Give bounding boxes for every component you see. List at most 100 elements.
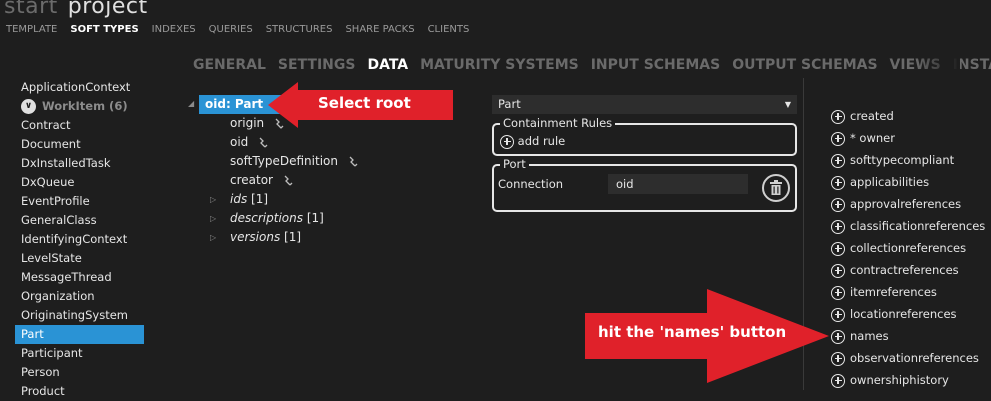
expand-icon[interactable]: ▷ — [210, 195, 216, 204]
tab-general[interactable]: GENERAL — [193, 57, 266, 73]
sidebar-item-generalclass[interactable]: GeneralClass — [15, 211, 144, 230]
plus-icon — [831, 197, 845, 212]
app-title: start project — [4, 0, 148, 19]
add-itemreferences-button[interactable]: itemreferences — [831, 283, 937, 301]
add-created-button[interactable]: created — [831, 107, 894, 125]
tree-node-oid[interactable]: oid — [230, 133, 268, 151]
names-callout-text: hit the 'names' button — [598, 323, 787, 341]
add-contractreferences-button[interactable]: contractreferences — [831, 261, 959, 279]
property-label: * owner — [850, 131, 895, 145]
plus-icon — [831, 153, 845, 168]
tree-node-label: creator — [230, 173, 273, 187]
tree-collapse-icon[interactable]: ◢ — [188, 99, 194, 108]
tree-node-label: origin — [230, 116, 265, 130]
add-collectionreferences-button[interactable]: collectionreferences — [831, 239, 966, 257]
property-label: classificationreferences — [850, 219, 986, 233]
add-approvalreferences-button[interactable]: approvalreferences — [831, 195, 961, 213]
caret-down-icon: ▼ — [784, 100, 791, 109]
tree-node-creator[interactable]: creator — [230, 171, 293, 189]
add-owner-button[interactable]: * owner — [831, 129, 895, 147]
property-label: observationreferences — [850, 351, 979, 365]
tree-node-descriptions[interactable]: descriptions [1] — [230, 209, 324, 227]
expand-icon[interactable]: ▷ — [210, 233, 216, 242]
tab-settings[interactable]: SETTINGS — [278, 57, 356, 73]
sidebar-item-contract[interactable]: Contract — [15, 116, 144, 135]
tree-node-label: oid — [230, 135, 249, 149]
sidebar-item-person[interactable]: Person — [15, 363, 144, 382]
add-names-button[interactable]: names — [831, 327, 889, 345]
plus-icon — [500, 134, 514, 149]
tree-node-softtypedefinition[interactable]: softTypeDefinition — [230, 152, 358, 170]
delete-port-button[interactable] — [762, 174, 790, 202]
select-root-callout-text: Select root — [318, 94, 411, 112]
sidebar-item-applicationcontext[interactable]: ApplicationContext — [15, 78, 144, 97]
available-properties-panel: created * owner softtypecompliant applic… — [803, 78, 991, 390]
link-icon — [349, 156, 358, 166]
tree-node-versions[interactable]: versions [1] — [230, 228, 301, 246]
sidebar-item-participant[interactable]: Participant — [15, 344, 144, 363]
sidebar-group-workitem[interactable]: ∨ WorkItem (6) — [15, 97, 144, 116]
plus-icon — [831, 373, 845, 388]
sidebar-item-levelstate[interactable]: LevelState — [15, 249, 144, 268]
nav-clients[interactable]: CLIENTS — [428, 24, 470, 35]
plus-icon — [831, 285, 845, 300]
tree-node-label: descriptions — [230, 211, 303, 225]
tab-data[interactable]: DATA — [367, 57, 408, 73]
plus-icon — [831, 241, 845, 256]
link-icon — [284, 175, 293, 185]
add-rule-button[interactable]: add rule — [500, 134, 565, 149]
sidebar-item-originatingsystem[interactable]: OriginatingSystem — [15, 306, 144, 325]
add-softtypecompliant-button[interactable]: softtypecompliant — [831, 151, 954, 169]
nav-structures[interactable]: STRUCTURES — [266, 24, 333, 35]
app-title-start: start — [4, 0, 58, 19]
tab-input-schemas[interactable]: INPUT SCHEMAS — [591, 57, 720, 73]
nav-indexes[interactable]: INDEXES — [152, 24, 196, 35]
tab-maturity-systems[interactable]: MATURITY SYSTEMS — [420, 57, 579, 73]
add-observationreferences-button[interactable]: observationreferences — [831, 349, 979, 367]
plus-icon — [831, 131, 845, 146]
add-rule-label: add rule — [517, 134, 566, 148]
nav-queries[interactable]: QUERIES — [209, 24, 253, 35]
type-select[interactable]: Part ▼ — [492, 95, 797, 114]
sidebar-item-eventprofile[interactable]: EventProfile — [15, 192, 144, 211]
add-locationreferences-button[interactable]: locationreferences — [831, 305, 957, 323]
sidebar-item-document[interactable]: Document — [15, 135, 144, 154]
sidebar-item-product[interactable]: Product — [15, 382, 144, 401]
tree-node-ids[interactable]: ids [1] — [230, 190, 268, 208]
tree-node-count: [1] — [284, 230, 302, 244]
sidebar-item-messagethread[interactable]: MessageThread — [15, 268, 144, 287]
sidebar-item-part[interactable]: Part — [15, 325, 144, 344]
connection-value: oid — [616, 177, 634, 191]
soft-type-list: ApplicationContext ∨ WorkItem (6) Contra… — [15, 78, 144, 401]
nav-share-packs[interactable]: SHARE PACKS — [345, 24, 414, 35]
expand-icon[interactable]: ▷ — [210, 214, 216, 223]
property-label: applicabilities — [850, 175, 930, 189]
add-classificationreferences-button[interactable]: classificationreferences — [831, 217, 985, 235]
sidebar-item-dxqueue[interactable]: DxQueue — [15, 173, 144, 192]
app-title-project: project — [67, 0, 148, 19]
connection-field[interactable]: oid — [608, 174, 748, 194]
sidebar-item-identifyingcontext[interactable]: IdentifyingContext — [15, 230, 144, 249]
type-select-value: Part — [498, 97, 521, 111]
containment-rules-legend: Containment Rules — [500, 116, 616, 130]
tree-node-count: [1] — [251, 192, 269, 206]
add-ownershiphistory-button[interactable]: ownershiphistory — [831, 371, 949, 389]
add-applicabilities-button[interactable]: applicabilities — [831, 173, 929, 191]
tree-node-count: [1] — [306, 211, 324, 225]
sidebar-group-label: WorkItem (6) — [42, 99, 128, 113]
port-legend: Port — [500, 157, 529, 171]
plus-icon — [831, 175, 845, 190]
sidebar-item-dxinstalledtask[interactable]: DxInstalledTask — [15, 154, 144, 173]
trash-icon — [770, 180, 782, 195]
plus-icon — [831, 263, 845, 278]
port-group: Port Connection oid — [492, 157, 797, 212]
containment-rules-group: Containment Rules add rule — [492, 116, 797, 156]
property-label: collectionreferences — [850, 241, 967, 255]
nav-soft-types[interactable]: SOFT TYPES — [70, 24, 138, 35]
nav-template[interactable]: TEMPLATE — [6, 24, 57, 35]
top-navigation: TEMPLATE SOFT TYPES INDEXES QUERIES STRU… — [6, 24, 469, 35]
sidebar-item-organization[interactable]: Organization — [15, 287, 144, 306]
link-icon — [259, 137, 268, 147]
tab-output-schemas[interactable]: OUTPUT SCHEMAS — [732, 57, 877, 73]
chevron-down-icon[interactable]: ∨ — [21, 99, 36, 114]
